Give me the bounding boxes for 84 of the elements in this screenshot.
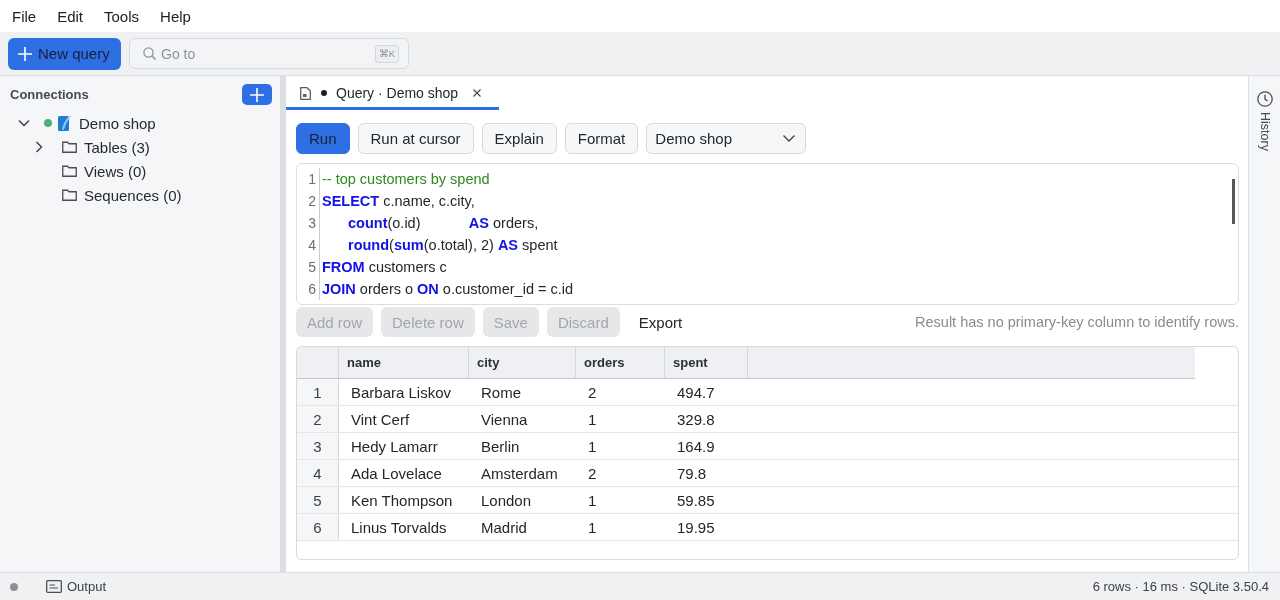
toolbar-button[interactable]: Run at cursor [357,123,474,154]
document-icon [300,86,311,100]
table-cell-text: Hedy Lamarr [350,436,439,457]
chevron-down-icon [783,135,796,142]
table-cell-text: Rome [480,382,522,403]
menu-item[interactable]: Tools [104,7,140,25]
folder-icon [62,165,77,177]
sidebar-title: Connections [10,87,89,102]
tab[interactable]: Query · Demo shop [286,76,500,110]
table-cell-text: 494.7 [676,382,716,403]
table-cell-text: Vint Cerf [350,409,411,430]
status-summary: 6 rows · 16 ms · SQLite 3.50.4 [1092,579,1269,594]
table-cell-text: 1 [587,409,598,430]
table-cell-text: Linus Torvalds [350,517,448,538]
action-button[interactable]: Export [627,307,694,337]
table-cell-text: 79.8 [676,463,708,484]
table-cell-text: Amsterdam [480,463,559,484]
line-number: 2 [308,192,316,211]
menu-item[interactable]: Edit [57,7,84,25]
result-note: Result has no primary-key column to identify rows. [915,314,1239,330]
column-header[interactable]: orders [576,347,665,378]
table-cell-text: 59.85 [676,490,716,511]
code-line: JOIN orders o ON o.customer_id = c.id [322,280,574,299]
close-icon[interactable] [473,89,482,97]
line-number: 3 [308,214,316,233]
line-number: 1 [308,170,316,189]
folder-icon [62,189,77,201]
row-number: 2 [297,406,339,432]
chevron-down-icon[interactable] [18,117,30,129]
quill-icon [58,115,72,131]
tree-item[interactable]: Tables (3) [84,138,150,156]
tree-item[interactable]: Sequences (0) [84,186,182,204]
search-icon [143,47,156,60]
tree-item[interactable]: Views (0) [84,162,147,180]
table-cell-text: Berlin [480,436,521,457]
history-button[interactable]: History [1249,76,1280,151]
table-cell-text: Barbara Liskov [350,382,453,403]
row-number: 6 [297,514,339,540]
scrollbar[interactable] [1232,179,1235,224]
table-cell-text: 2 [587,382,598,403]
table-cell-text: 164.9 [676,436,716,457]
clock-icon [1256,91,1273,107]
connection-select[interactable]: Demo shop [646,123,807,154]
line-number: 6 [308,280,316,299]
column-header[interactable]: name [339,347,469,378]
plus-icon [18,46,32,61]
shortcut-hint: ⌘K [374,45,399,63]
tree-item[interactable]: Demo shop [79,114,156,132]
toolbar-button[interactable]: Explain [481,123,557,154]
output-button[interactable]: Output [46,579,107,594]
row-number: 1 [297,379,339,405]
sql-editor[interactable]: 1 2 3 4 5 6 -- top customers by spend SELECT c.name, c.city, count(o.id) AS orders, round(sum(o.total), 2) AS spent FROM customers c JOIN orders o ON o.customer_id = c.id [296,163,1239,305]
code-line: round(sum(o.total), 2) AS spent [347,236,558,255]
table-cell-text: 1 [587,517,598,538]
line-number: 5 [308,258,316,277]
toolbar-button[interactable]: Format [564,123,639,154]
status-dot-icon [10,582,18,591]
code-line: SELECT c.name, c.city, [322,192,475,211]
code-line: FROM customers c [322,258,447,277]
column-header[interactable]: city [469,347,576,378]
table-cell-text: 329.8 [676,409,716,430]
code-line: count(o.id) AS orders, [347,214,539,233]
table-cell-text: Vienna [480,409,529,430]
chevron-right-icon[interactable] [33,141,45,153]
plus-icon [250,87,264,102]
menu-item[interactable]: File [12,7,37,25]
line-number: 4 [308,236,316,255]
table-cell-text: Ada Lovelace [350,463,443,484]
table-cell-text: 1 [587,490,598,511]
row-number: 4 [297,460,339,486]
row-number: 5 [297,487,339,513]
row-number: 3 [297,433,339,459]
code-line: -- top customers by spend [322,170,490,189]
menu-item[interactable]: Help [160,7,191,25]
table-cell-text: 1 [587,436,598,457]
table-cell-text: 2 [587,463,598,484]
column-header[interactable]: spent [665,347,748,378]
table-cell-text: Ken Thompson [350,490,454,511]
table-cell-text: 19.95 [676,517,716,538]
table-cell-text: London [480,490,533,511]
folder-icon [62,141,77,153]
add-connection-button[interactable] [242,84,272,105]
table-cell-text: Madrid [480,517,528,538]
panel-icon [46,580,62,593]
